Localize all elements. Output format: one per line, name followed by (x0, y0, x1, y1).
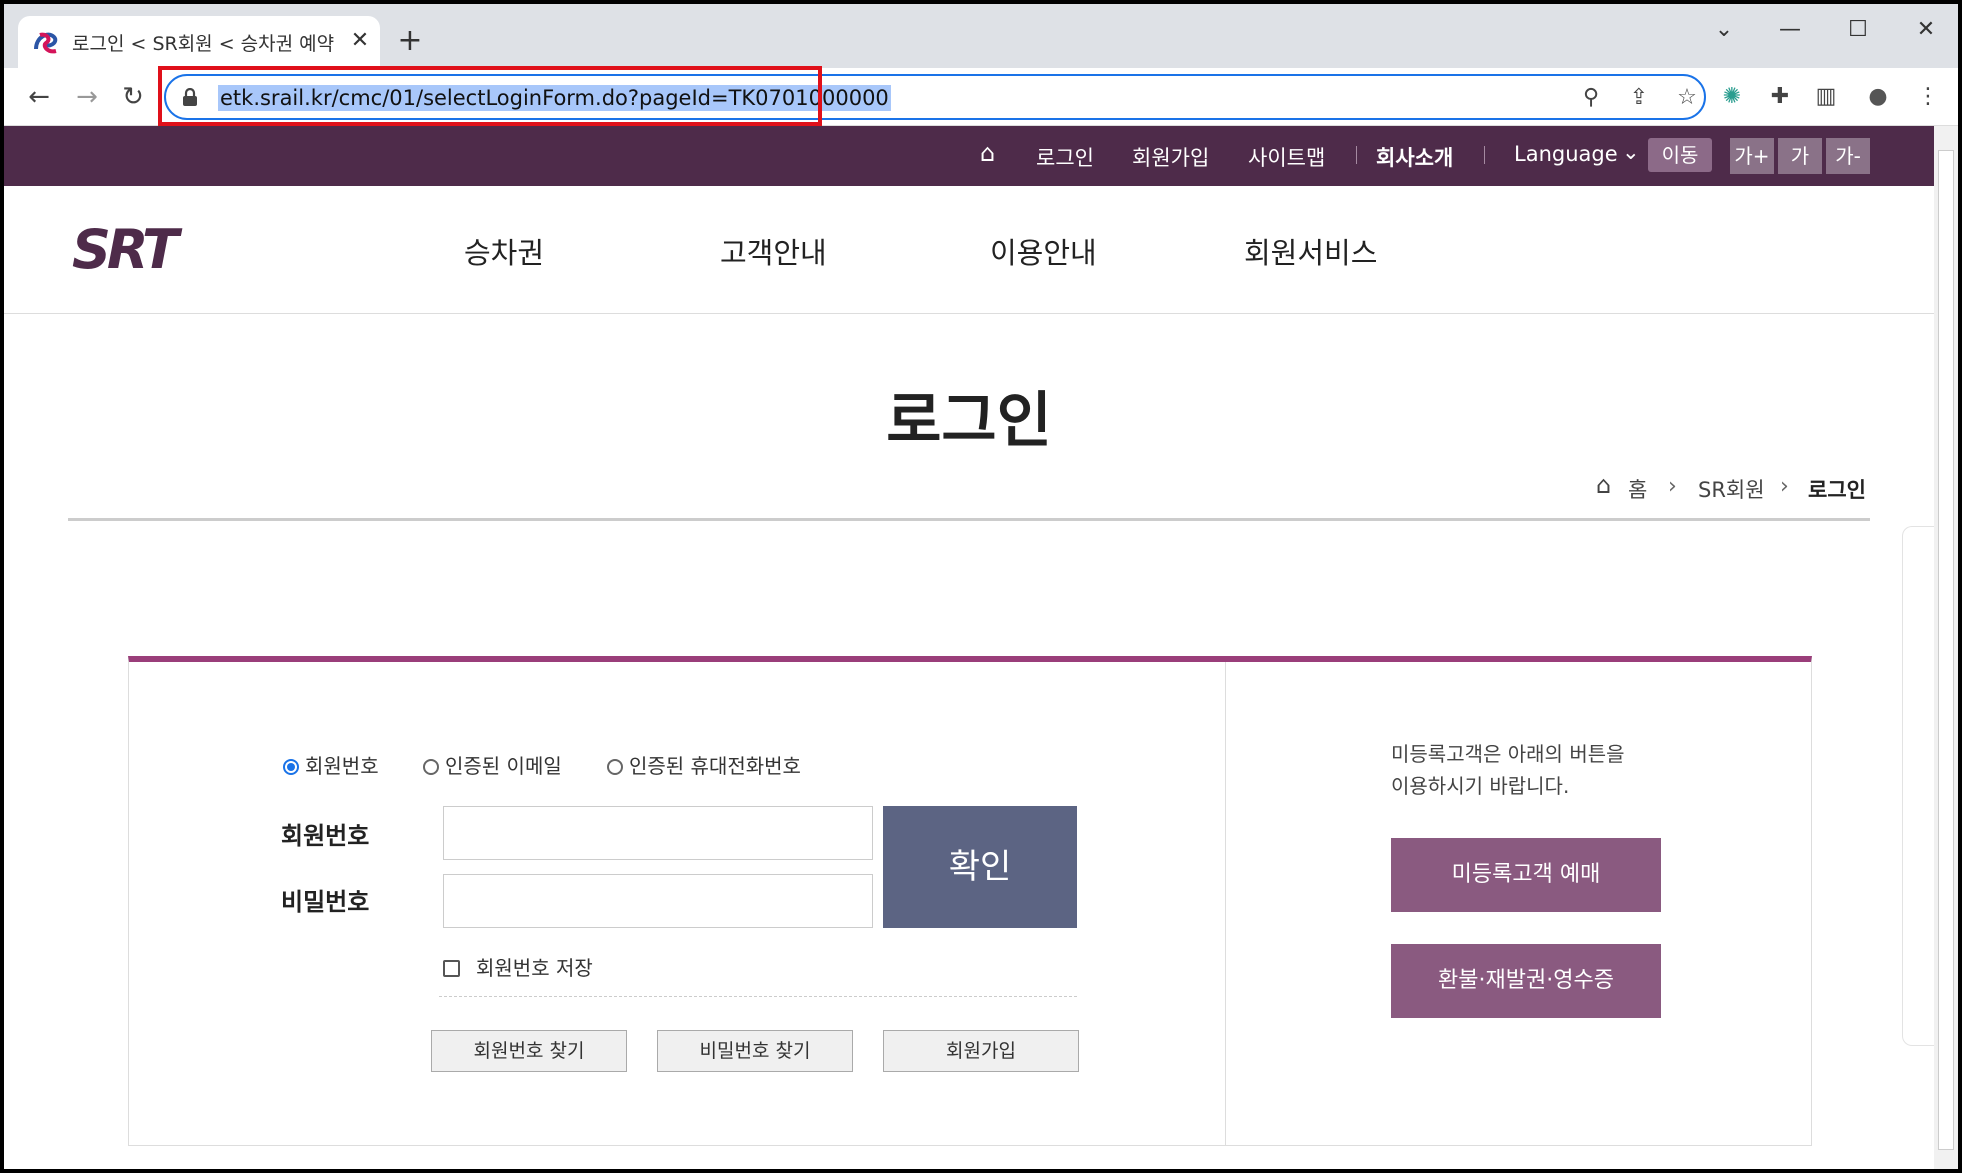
member-no-label: 회원번호 (281, 822, 370, 850)
srt-logo[interactable]: SRT (68, 220, 248, 276)
breadcrumb-current: 로그인 (1808, 478, 1866, 502)
scrollbar-thumb[interactable] (1938, 150, 1954, 1150)
util-sitemap-link[interactable]: 사이트맵 (1248, 142, 1325, 172)
url-highlight-box (158, 66, 822, 126)
font-normal-button[interactable]: 가 (1778, 138, 1822, 174)
tab-title: 로그인 < SR회원 < 승차권 예약 (72, 33, 335, 55)
srt-logo-text: SRT (72, 220, 183, 276)
side-floating-panel (1902, 526, 1934, 1046)
bookmark-star-icon[interactable]: ☆ (1672, 83, 1702, 113)
guest-guide-line2: 이용하시기 바랍니다. (1391, 774, 1570, 798)
confirm-button[interactable]: 확인 (883, 806, 1077, 928)
close-window-icon[interactable]: ✕ (1906, 12, 1946, 48)
utility-bar: ⌂ 로그인 회원가입 사이트맵 회사소개 Language ⌄ 이동 가+ 가 … (4, 126, 1934, 186)
password-label: 비밀번호 (281, 888, 370, 916)
breadcrumb-home[interactable]: 홈 (1628, 474, 1647, 504)
radio-member-no[interactable]: 회원번호 (283, 750, 379, 779)
guest-guide-line1: 미등록고객은 아래의 버튼을 (1391, 742, 1625, 766)
active-tab[interactable]: 로그인 < SR회원 < 승차권 예약 ✕ (18, 16, 380, 68)
gnb-item-customer[interactable]: 고객안내 (720, 230, 827, 272)
header-divider (68, 518, 1870, 521)
chrome-menu-icon[interactable]: ⋮ (1912, 81, 1944, 113)
breadcrumb-sr-member[interactable]: SR회원 (1698, 474, 1765, 504)
language-select[interactable]: Language (1514, 142, 1618, 166)
login-panel: 회원번호 인증된 이메일 인증된 휴대전화번호 회원번호 비밀번호 확인 회원번… (128, 656, 1812, 1146)
zoom-search-icon[interactable]: ⚲ (1576, 83, 1606, 113)
breadcrumb-home-icon[interactable]: ⌂ (1596, 471, 1611, 499)
util-login-link[interactable]: 로그인 (1036, 142, 1094, 172)
util-signup-link[interactable]: 회원가입 (1132, 142, 1209, 172)
maximize-icon[interactable]: ☐ (1838, 12, 1878, 48)
tab-strip: 로그인 < SR회원 < 승차권 예약 ✕ + ⌄ — ☐ ✕ (4, 4, 1958, 68)
new-tab-button[interactable]: + (394, 26, 426, 58)
minimize-icon[interactable]: — (1770, 12, 1810, 48)
find-member-no-button[interactable]: 회원번호 찾기 (431, 1030, 627, 1072)
util-divider (1356, 146, 1357, 164)
util-divider (1484, 146, 1485, 164)
panel-divider (1225, 662, 1226, 1146)
radio-icon[interactable] (607, 759, 623, 775)
radio-email-label: 인증된 이메일 (445, 754, 562, 778)
back-icon[interactable]: ← (22, 80, 56, 114)
extensions-puzzle-icon[interactable]: ✚ (1764, 81, 1796, 113)
gnb-item-guide[interactable]: 이용안내 (990, 230, 1097, 272)
browser-window: 로그인 < SR회원 < 승차권 예약 ✕ + ⌄ — ☐ ✕ ← → ↻ et… (4, 4, 1958, 1169)
breadcrumb-chevron-icon: › (1668, 474, 1677, 499)
page-scrollbar[interactable] (1934, 126, 1958, 1169)
gnb-item-ticket[interactable]: 승차권 (464, 230, 544, 272)
password-input[interactable] (443, 874, 873, 928)
page-title: 로그인 (886, 386, 1052, 456)
home-icon[interactable]: ⌂ (980, 139, 995, 167)
guest-guide-text: 미등록고객은 아래의 버튼을 이용하시기 바랍니다. (1391, 738, 1691, 802)
sr-favicon-icon (34, 32, 58, 54)
tab-close-icon[interactable]: ✕ (346, 27, 374, 55)
font-decrease-button[interactable]: 가- (1826, 138, 1870, 174)
radio-icon[interactable] (423, 759, 439, 775)
save-member-no-label: 회원번호 저장 (476, 956, 593, 980)
save-member-no-checkbox[interactable]: 회원번호 저장 (443, 952, 593, 981)
main-navigation: SRT 승차권 고객안내 이용안내 회원서비스 (4, 186, 1934, 314)
forward-icon[interactable]: → (70, 80, 104, 114)
guest-booking-button[interactable]: 미등록고객 예매 (1391, 838, 1661, 912)
side-panel-icon[interactable]: ▥ (1810, 81, 1842, 113)
join-button[interactable]: 회원가입 (883, 1030, 1079, 1072)
util-company-link[interactable]: 회사소개 (1376, 142, 1453, 172)
checkbox-icon[interactable] (443, 960, 460, 977)
find-password-button[interactable]: 비밀번호 찾기 (657, 1030, 853, 1072)
language-move-button[interactable]: 이동 (1648, 138, 1712, 172)
font-increase-button[interactable]: 가+ (1730, 138, 1774, 174)
breadcrumb-chevron-icon: › (1780, 474, 1789, 499)
radio-phone-label: 인증된 휴대전화번호 (629, 754, 801, 778)
reload-icon[interactable]: ↻ (116, 80, 150, 114)
refund-receipt-button[interactable]: 환불·재발권·영수증 (1391, 944, 1661, 1018)
share-icon[interactable]: ⇪ (1624, 83, 1654, 113)
chevron-down-icon[interactable]: ⌄ (1622, 140, 1640, 164)
radio-checked-icon[interactable] (283, 759, 299, 775)
gnb-item-member[interactable]: 회원서비스 (1244, 230, 1377, 272)
member-no-input[interactable] (443, 806, 873, 860)
tab-search-icon[interactable]: ⌄ (1704, 12, 1744, 48)
profile-avatar-icon[interactable]: ● (1862, 81, 1894, 113)
extension-icon[interactable]: ✺ (1716, 81, 1748, 113)
radio-member-no-label: 회원번호 (305, 754, 379, 778)
dotted-divider (439, 996, 1077, 997)
radio-email[interactable]: 인증된 이메일 (423, 750, 562, 779)
radio-phone[interactable]: 인증된 휴대전화번호 (607, 750, 801, 779)
